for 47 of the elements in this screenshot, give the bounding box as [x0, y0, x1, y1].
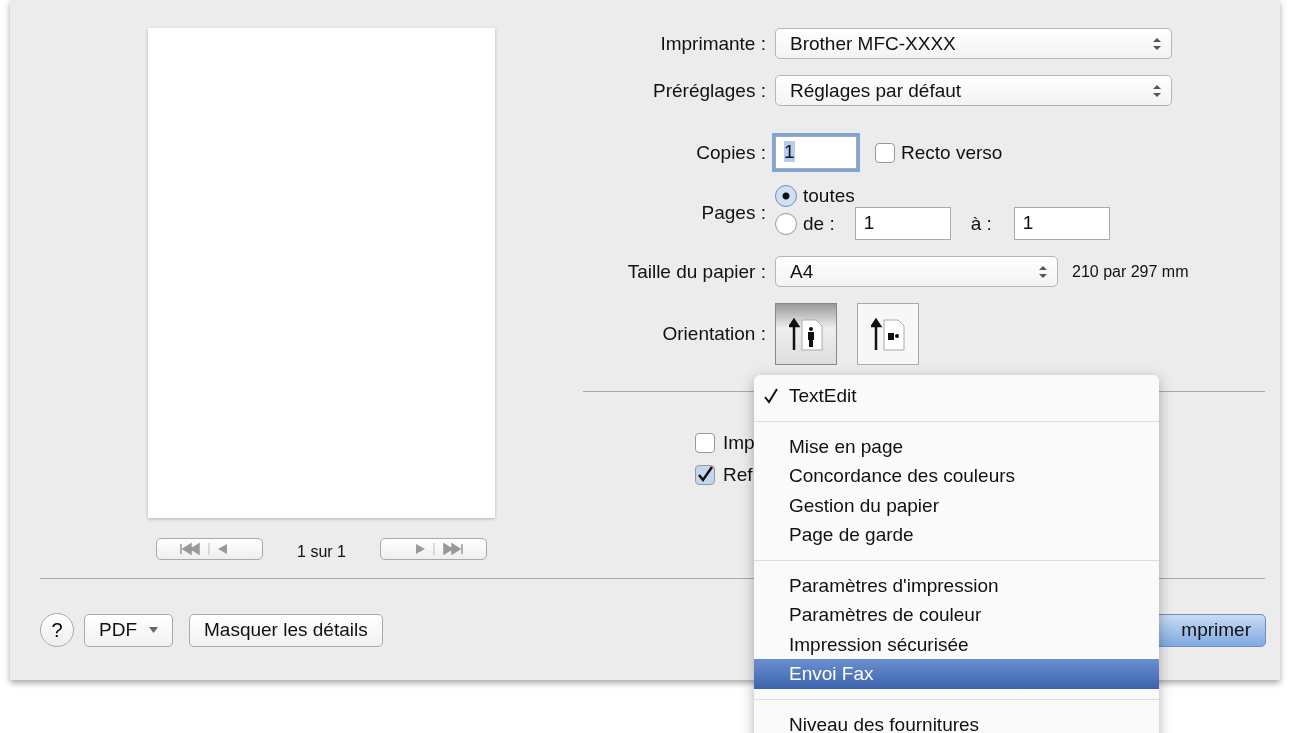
to-label: à :: [970, 212, 992, 235]
up-down-arrows-icon: [1153, 37, 1161, 51]
portrait-page-icon: [789, 316, 823, 352]
presets-popup[interactable]: Réglages par défaut: [775, 75, 1172, 106]
caret-icon: [149, 627, 158, 633]
menu-item[interactable]: Mise en page: [754, 431, 1159, 461]
pages-label: Pages :: [700, 201, 766, 224]
all-pages-label: toutes: [803, 185, 855, 207]
menu-item[interactable]: Paramètres d'impression: [754, 570, 1159, 600]
pdf-button[interactable]: PDF: [84, 613, 173, 647]
orientation-label: Orientation :: [661, 323, 766, 345]
help-button[interactable]: ?: [40, 613, 74, 647]
radio-button[interactable]: [775, 185, 797, 207]
page-indicator: 1 sur 1: [297, 543, 346, 561]
menu-item[interactable]: Concordance des couleurs: [754, 461, 1159, 491]
to-field[interactable]: 1: [1013, 207, 1110, 240]
presets-label: Préréglages :: [652, 79, 766, 102]
next-page-button[interactable]: [379, 538, 487, 560]
copies-field[interactable]: 1: [775, 136, 857, 169]
paper-dimensions: 210 par 297 mm: [1072, 262, 1189, 281]
landscape-page-icon: [871, 316, 905, 352]
checkbox[interactable]: [695, 465, 715, 485]
previous-page-button[interactable]: [156, 538, 264, 560]
up-down-arrows-icon: [1153, 84, 1161, 98]
paper-size-popup[interactable]: A4: [775, 256, 1058, 287]
printer-popup[interactable]: Brother MFC-XXXX: [775, 28, 1172, 59]
two-sided-label: Recto verso: [901, 141, 1003, 164]
menu-item[interactable]: Envoi Fax: [754, 659, 1159, 689]
option-label: Imp: [723, 432, 755, 454]
radio-button[interactable]: [775, 212, 797, 235]
menu-item[interactable]: Gestion du papier: [754, 490, 1159, 520]
up-down-arrows-icon: [1039, 265, 1047, 279]
checkbox[interactable]: [875, 142, 895, 163]
from-label: de :: [803, 212, 835, 235]
menu-item[interactable]: Niveau des fournitures: [754, 709, 1159, 733]
checkmark-icon: [764, 388, 778, 404]
option-label: Ref: [723, 464, 753, 486]
paper-size-label: Taille du papier :: [626, 260, 766, 283]
checkbox[interactable]: [695, 433, 715, 453]
hide-details-button[interactable]: Masquer les détails: [189, 613, 383, 647]
copies-label: Copies :: [695, 141, 766, 164]
printer-label: Imprimante :: [659, 32, 766, 55]
from-field[interactable]: 1: [854, 207, 951, 240]
portrait-button[interactable]: [775, 303, 837, 365]
menu-item[interactable]: TextEdit: [754, 381, 1159, 411]
menu-item[interactable]: Page de garde: [754, 520, 1159, 550]
landscape-button[interactable]: [857, 303, 919, 365]
